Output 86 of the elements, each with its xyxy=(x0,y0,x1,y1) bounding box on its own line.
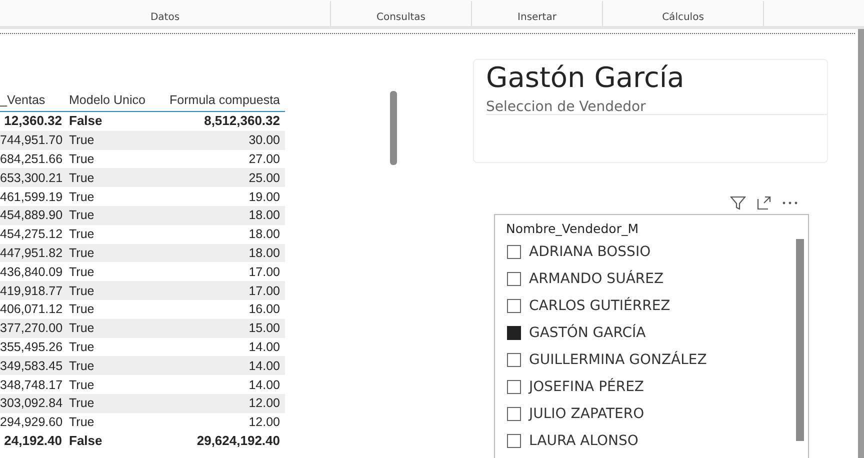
table-cell-text: True xyxy=(68,358,96,374)
ribbon-group-label: Consultas xyxy=(376,12,426,23)
slicer-header: Nombre_Vendedor_M xyxy=(506,221,640,237)
checkbox[interactable] xyxy=(507,244,521,258)
table-cell-text: True xyxy=(68,376,96,393)
slicer-item[interactable]: JULIO ZAPATERO xyxy=(507,400,644,427)
table-cell: 461,599.19 xyxy=(0,188,62,205)
scrollbar[interactable] xyxy=(796,239,804,441)
card-value: Gastón García xyxy=(486,60,686,96)
focus-mode-icon[interactable] xyxy=(756,195,772,211)
slicer-item[interactable]: JOSEFINA PÉREZ xyxy=(507,373,644,400)
table-cell-text: True xyxy=(68,320,96,336)
table-cell-text: True xyxy=(68,207,96,224)
scrollbar[interactable] xyxy=(858,29,864,458)
checkbox[interactable] xyxy=(507,380,521,394)
table-cell-text: True xyxy=(68,244,96,261)
checkbox[interactable] xyxy=(507,434,521,448)
table-cell: 684,251.66 xyxy=(0,150,62,167)
table-cell-text: 18.00 xyxy=(248,226,281,242)
slicer-item[interactable]: CARLOS GUTIÉRREZ xyxy=(507,292,670,319)
slicer-item[interactable]: GASTÓN GARCÍA xyxy=(507,319,646,346)
table-cell: 406,071.12 xyxy=(0,301,62,318)
table-cell: 294,929.60 xyxy=(0,414,62,430)
table-cell: 348,748.17 xyxy=(0,376,62,393)
card-label: Seleccion de Vendedor xyxy=(486,96,827,115)
more-options-icon[interactable] xyxy=(782,201,798,205)
table-cell: 419,918.77 xyxy=(0,282,62,299)
table-cell: 653,300.21 xyxy=(0,170,62,186)
table-cell-text: False xyxy=(68,113,104,130)
table-cell-text: True xyxy=(68,414,96,430)
table-cell: 349,583.45 xyxy=(0,358,62,374)
table-cell-text: 12.00 xyxy=(248,395,281,412)
ribbon-group-label: Datos xyxy=(150,12,180,23)
table-cell-text: 25.00 xyxy=(248,170,281,186)
table-cell-text: 24,192.40 xyxy=(3,432,62,449)
table-cell-text: True xyxy=(68,395,96,412)
column-header: Modelo Unico xyxy=(68,93,146,107)
ribbon-group-label: Cálculos xyxy=(662,12,704,23)
checkbox[interactable] xyxy=(507,272,521,286)
table-cell-text: 16.00 xyxy=(248,301,281,318)
slicer-item[interactable]: ADRIANA BOSSIO xyxy=(507,238,651,265)
table-cell-text: 18.00 xyxy=(248,244,281,261)
table-cell-text: 14.00 xyxy=(248,358,281,374)
table-cell-text: True xyxy=(68,188,96,205)
column-header: Formula compuesta xyxy=(168,93,281,107)
table-cell: 744,951.70 xyxy=(0,132,62,148)
checkbox[interactable] xyxy=(507,406,521,420)
slicer-item[interactable]: GUILLERMINA GONZÁLEZ xyxy=(507,346,707,373)
scrollbar[interactable] xyxy=(390,91,397,165)
table-cell-text: 17.00 xyxy=(248,282,281,299)
checkbox[interactable] xyxy=(507,352,521,366)
table-cell-text: True xyxy=(68,170,96,186)
filter-icon[interactable] xyxy=(730,195,746,211)
table-cell-text: True xyxy=(68,264,96,280)
slicer-item[interactable]: ARMANDO SUÁREZ xyxy=(507,265,664,292)
checkbox[interactable] xyxy=(507,326,521,340)
table-cell-text: 27.00 xyxy=(248,150,281,167)
slicer-item[interactable]: LAURA ALONSO xyxy=(507,427,638,454)
checkbox[interactable] xyxy=(507,298,521,312)
table-cell-text: True xyxy=(68,226,96,242)
table-cell: 454,889.90 xyxy=(0,207,62,224)
table-cell-text: True xyxy=(68,282,96,299)
table-cell: 454,275.12 xyxy=(0,226,62,242)
table-cell-text: True xyxy=(68,132,96,148)
table-cell: 447,951.82 xyxy=(0,244,62,261)
table-cell-text: 12,360.32 xyxy=(3,113,62,130)
table-cell-text: 15.00 xyxy=(248,320,281,336)
table-cell-text: 14.00 xyxy=(248,376,281,393)
table-cell: 355,495.26 xyxy=(0,338,62,355)
table-cell: 303,092.84 xyxy=(0,395,62,412)
table-cell-text: 14.00 xyxy=(248,338,281,355)
ribbon-group-label: Insertar xyxy=(518,12,556,23)
table-cell-text: 19.00 xyxy=(248,188,281,205)
table-cell-text: True xyxy=(68,338,96,355)
table-cell-text: True xyxy=(68,301,96,318)
table-cell-text: True xyxy=(68,150,96,167)
table-cell-text: 30.00 xyxy=(248,132,281,148)
table-cell-text: 12.00 xyxy=(248,414,281,430)
table-cell: 377,270.00 xyxy=(0,320,62,336)
table-cell-text: 29,624,192.40 xyxy=(196,432,281,449)
table-cell-text: 8,512,360.32 xyxy=(203,113,281,130)
table-cell-text: 17.00 xyxy=(248,264,281,280)
table-cell: 436,840.09 xyxy=(0,264,62,280)
table-cell-text: 18.00 xyxy=(248,207,281,224)
table-cell-text: False xyxy=(68,432,104,449)
column-header: _Ventas xyxy=(0,93,46,107)
